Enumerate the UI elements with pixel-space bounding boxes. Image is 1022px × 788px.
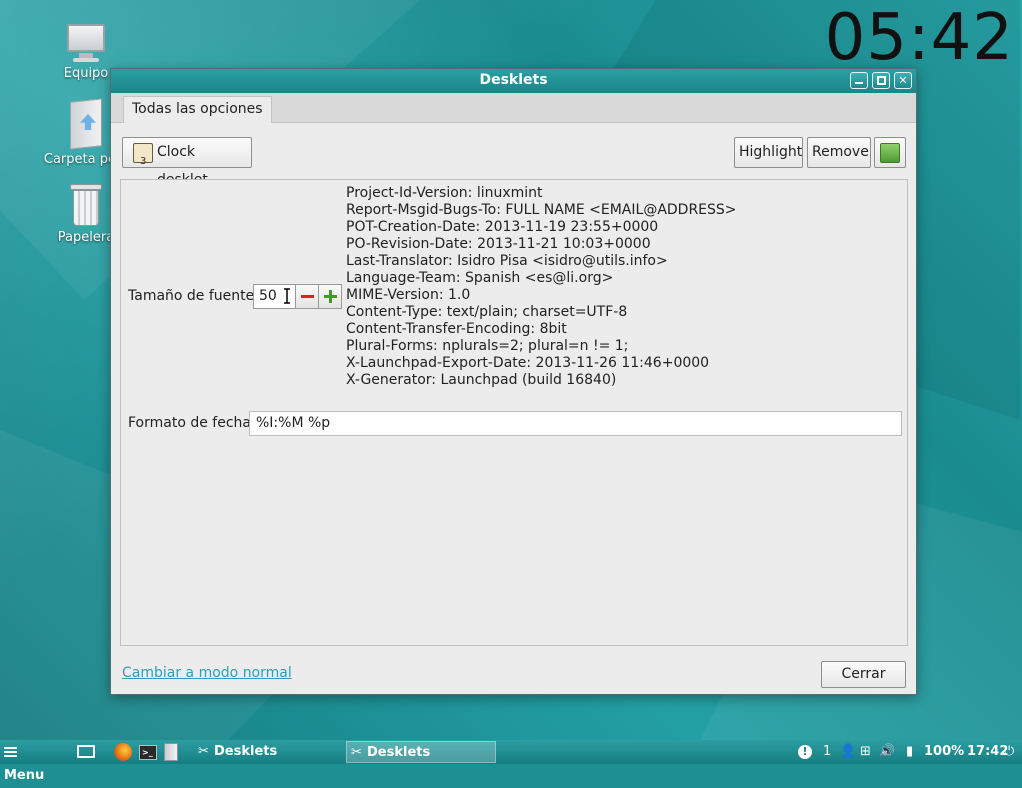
text-cursor-icon <box>284 288 290 304</box>
menu-label: Menu <box>4 768 45 783</box>
show-desktop-icon[interactable] <box>77 740 97 764</box>
tools-icon: ✂ <box>198 744 209 759</box>
menu-button[interactable]: Menu <box>4 740 64 783</box>
desklets-window: Desklets ✕ Todas las opciones 3 Clock de… <box>110 68 917 695</box>
metadata-line: X-Launchpad-Export-Date: 2013-11-26 11:4… <box>346 355 710 371</box>
notification-count: 1 <box>823 744 832 759</box>
taskbar-clock[interactable]: 17:42 <box>967 740 1008 764</box>
taskbar-task-desklets[interactable]: ✂ Desklets <box>194 741 342 763</box>
remove-button[interactable]: Remove <box>807 137 871 168</box>
metadata-line: Content-Type: text/plain; charset=UTF-8 <box>346 304 628 320</box>
close-button[interactable]: Cerrar <box>821 661 906 688</box>
firefox-icon[interactable] <box>114 740 134 764</box>
desktop-clock: 05:42 <box>824 1 1014 75</box>
close-icon: ✕ <box>898 74 908 87</box>
date-format-label: Formato de fecha: <box>128 415 256 431</box>
metadata-line: Last-Translator: Isidro Pisa <isidro@uti… <box>346 253 668 269</box>
font-size-label: Tamaño de fuente: <box>128 288 259 304</box>
network-icon[interactable]: ⊞ <box>860 740 871 764</box>
metadata-line: Language-Team: Spanish <es@li.org> <box>346 270 614 286</box>
window-titlebar[interactable]: Desklets ✕ <box>111 69 916 93</box>
user-icon[interactable]: 👤 <box>840 740 856 764</box>
metadata-line: X-Generator: Launchpad (build 16840) <box>346 372 617 388</box>
highlight-button[interactable]: Highlight <box>734 137 803 168</box>
taskbar-task-desklets-active[interactable]: ✂ Desklets <box>346 741 496 763</box>
decrement-button[interactable] <box>295 285 318 308</box>
font-size-value[interactable]: 50 <box>259 288 277 304</box>
metadata-line: POT-Creation-Date: 2013-11-19 23:55+0000 <box>346 219 659 235</box>
metadata-line: MIME-Version: 1.0 <box>346 287 471 303</box>
metadata-line: PO-Revision-Date: 2013-11-21 10:03+0000 <box>346 236 651 252</box>
switch-mode-link[interactable]: Cambiar a modo normal <box>122 665 292 681</box>
translation-metadata: Project-Id-Version: linuxmint Report-Msgi… <box>346 185 737 389</box>
metadata-line: Report-Msgid-Bugs-To: FULL NAME <EMAIL@A… <box>346 202 737 218</box>
date-format-input[interactable]: %I:%M %p <box>249 411 902 436</box>
minimize-button[interactable] <box>850 72 868 89</box>
home-folder-icon <box>66 98 106 150</box>
taskbar-task-label: Desklets <box>367 745 431 760</box>
increment-button[interactable] <box>318 285 341 308</box>
close-window-button[interactable]: ✕ <box>894 72 912 89</box>
notifications-icon[interactable]: ! <box>798 740 812 764</box>
maximize-button[interactable] <box>872 72 890 89</box>
computer-icon <box>65 22 107 62</box>
tools-icon: ✂ <box>351 745 362 760</box>
volume-icon[interactable]: 🔊 <box>879 740 895 764</box>
window-title: Desklets <box>479 72 548 88</box>
battery-level: 100% <box>924 744 965 759</box>
metadata-line: Project-Id-Version: linuxmint <box>346 185 543 201</box>
settings-panel: Project-Id-Version: linuxmint Report-Msgi… <box>120 179 908 646</box>
export-icon <box>880 143 900 163</box>
font-size-spinner[interactable]: 50 <box>253 284 342 309</box>
clock-desklet-button[interactable]: 3 Clock desklet <box>122 137 252 188</box>
metadata-line: Plural-Forms: nplurals=2; plural=n != 1; <box>346 338 629 354</box>
tab-bar: Todas las opciones <box>111 93 916 123</box>
terminal-icon[interactable]: >_ <box>139 740 159 764</box>
tab-all-options[interactable]: Todas las opciones <box>123 96 272 123</box>
trash-icon <box>70 184 102 226</box>
files-icon[interactable] <box>164 740 184 764</box>
shutdown-icon[interactable]: ⏻ <box>1004 740 1014 764</box>
minimize-icon <box>855 82 863 84</box>
metadata-line: Content-Transfer-Encoding: 8bit <box>346 321 567 337</box>
battery-icon[interactable]: ▮ <box>906 740 913 764</box>
menu-icon <box>4 746 17 757</box>
taskbar-task-label: Desklets <box>214 744 278 759</box>
taskbar: Menu >_ ✂ Desklets ✂ Desklets ! 1 👤 ⊞ 🔊 … <box>0 740 1022 783</box>
calendar-icon: 3 <box>133 143 153 167</box>
maximize-icon <box>876 76 886 85</box>
export-button[interactable] <box>874 137 906 168</box>
